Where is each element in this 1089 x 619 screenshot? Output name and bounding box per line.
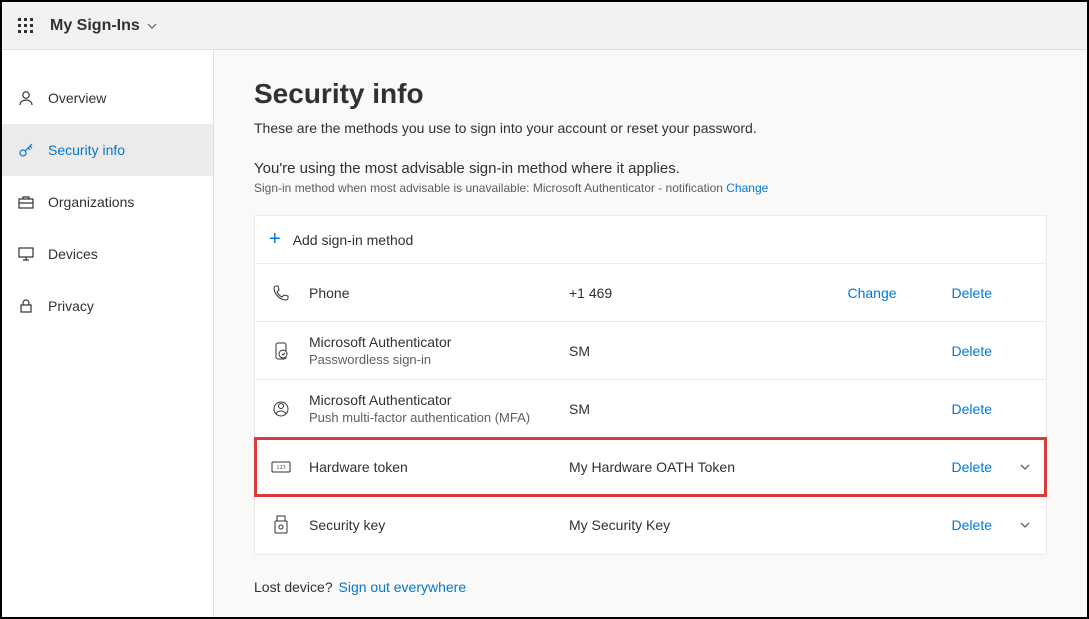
method-value: SM xyxy=(569,343,952,359)
sidebar-item-label: Devices xyxy=(48,246,98,262)
waffle-icon xyxy=(18,18,34,34)
lost-device-text: Lost device? xyxy=(254,579,333,595)
delete-link[interactable]: Delete xyxy=(952,517,992,533)
method-row-authenticator-push: Microsoft Authenticator Push multi-facto… xyxy=(255,380,1046,438)
authenticator-push-icon xyxy=(269,399,293,419)
delete-link[interactable]: Delete xyxy=(952,285,992,301)
advisory-sub-text: Sign-in method when most advisable is un… xyxy=(254,181,726,195)
sidebar-item-privacy[interactable]: Privacy xyxy=(2,280,213,332)
method-sub: Push multi-factor authentication (MFA) xyxy=(309,410,569,425)
sidebar-item-label: Privacy xyxy=(48,298,94,314)
sidebar-item-security-info[interactable]: Security info xyxy=(2,124,213,176)
method-row-phone: Phone +1 469 Change Delete xyxy=(255,264,1046,322)
key-icon xyxy=(16,140,36,160)
sidebar-item-devices[interactable]: Devices xyxy=(2,228,213,280)
method-value: SM xyxy=(569,401,952,417)
sidebar: Overview Security info Organizations Dev… xyxy=(2,50,214,617)
sign-out-everywhere-link[interactable]: Sign out everywhere xyxy=(339,579,467,595)
method-row-security-key[interactable]: Security key My Security Key Delete xyxy=(255,496,1046,554)
add-sign-in-method-button[interactable]: + Add sign-in method xyxy=(255,216,1046,264)
advisory-sub: Sign-in method when most advisable is un… xyxy=(254,181,1047,195)
sidebar-item-label: Organizations xyxy=(48,194,134,210)
plus-icon: + xyxy=(269,228,281,251)
chevron-down-icon xyxy=(146,20,158,32)
monitor-icon xyxy=(16,244,36,264)
methods-list: + Add sign-in method Phone +1 469 Change… xyxy=(254,215,1047,555)
method-row-hardware-token[interactable]: 123 Hardware token My Hardware OATH Toke… xyxy=(255,438,1046,496)
change-default-link[interactable]: Change xyxy=(726,181,768,195)
chevron-down-icon[interactable] xyxy=(1018,518,1032,532)
method-value: +1 469 xyxy=(569,285,847,301)
advisory-text: You're using the most advisable sign-in … xyxy=(254,160,1047,177)
person-icon xyxy=(16,88,36,108)
page-title: Security info xyxy=(254,78,1047,110)
lock-icon xyxy=(16,296,36,316)
lost-device-section: Lost device? Sign out everywhere xyxy=(254,579,1047,595)
change-link[interactable]: Change xyxy=(847,285,896,301)
app-launcher-button[interactable] xyxy=(10,10,42,42)
security-key-icon xyxy=(269,515,293,535)
topbar: My Sign-Ins xyxy=(2,2,1087,50)
method-value: My Security Key xyxy=(569,517,952,533)
page-subtitle: These are the methods you use to sign in… xyxy=(254,120,1047,136)
svg-text:123: 123 xyxy=(277,465,286,471)
main-content: Security info These are the methods you … xyxy=(214,50,1087,617)
delete-link[interactable]: Delete xyxy=(952,401,992,417)
method-name: Phone xyxy=(309,285,569,301)
phone-icon xyxy=(269,283,293,303)
sidebar-item-overview[interactable]: Overview xyxy=(2,72,213,124)
method-value: My Hardware OATH Token xyxy=(569,459,952,475)
app-title-dropdown[interactable]: My Sign-Ins xyxy=(50,17,158,35)
app-title-text: My Sign-Ins xyxy=(50,17,140,35)
sidebar-item-label: Security info xyxy=(48,142,125,158)
delete-link[interactable]: Delete xyxy=(952,343,992,359)
sidebar-item-label: Overview xyxy=(48,90,106,106)
hardware-token-icon: 123 xyxy=(269,459,293,475)
briefcase-icon xyxy=(16,192,36,212)
delete-link[interactable]: Delete xyxy=(952,459,992,475)
add-method-label: Add sign-in method xyxy=(293,232,414,248)
sidebar-item-organizations[interactable]: Organizations xyxy=(2,176,213,228)
method-name: Hardware token xyxy=(309,459,569,475)
method-name: Security key xyxy=(309,517,569,533)
authenticator-icon xyxy=(269,341,293,361)
method-name: Microsoft Authenticator xyxy=(309,392,569,408)
method-sub: Passwordless sign-in xyxy=(309,352,569,367)
chevron-down-icon[interactable] xyxy=(1018,460,1032,474)
method-name: Microsoft Authenticator xyxy=(309,334,569,350)
method-row-authenticator-passwordless: Microsoft Authenticator Passwordless sig… xyxy=(255,322,1046,380)
